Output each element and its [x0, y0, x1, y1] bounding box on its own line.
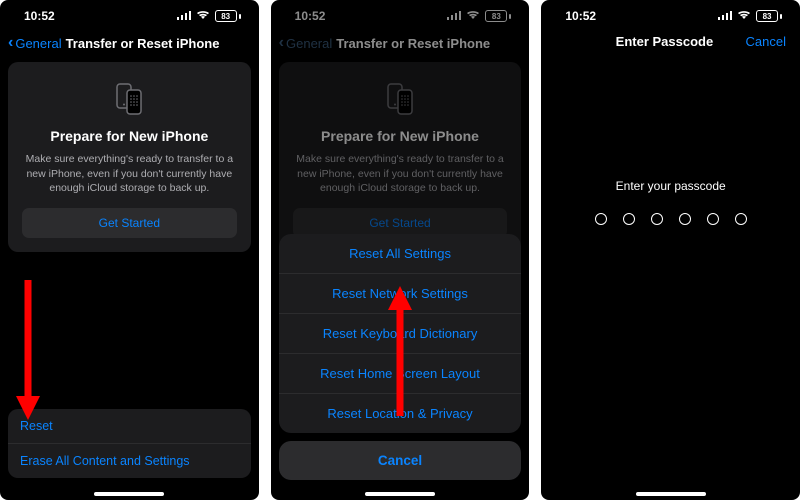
back-button[interactable]: ‹ General	[8, 34, 62, 52]
page-title: Transfer or Reset iPhone	[66, 36, 220, 51]
bottom-options: Reset Erase All Content and Settings	[8, 409, 251, 478]
back-button[interactable]: ‹ General	[279, 34, 333, 52]
page-title: Transfer or Reset iPhone	[336, 36, 490, 51]
status-right: 83	[177, 9, 241, 23]
card-body: Make sure everything's ready to transfer…	[293, 152, 508, 196]
reset-home-screen-layout-button[interactable]: Reset Home Screen Layout	[279, 353, 522, 393]
status-time: 10:52	[295, 9, 326, 23]
card-title: Prepare for New iPhone	[22, 128, 237, 144]
home-indicator[interactable]	[94, 492, 164, 496]
back-label: General	[286, 36, 332, 51]
passcode-dot	[651, 213, 663, 225]
reset-action-sheet: Reset All Settings Reset Network Setting…	[279, 234, 522, 480]
action-sheet-cancel-button[interactable]: Cancel	[279, 441, 522, 480]
home-indicator[interactable]	[365, 492, 435, 496]
back-label: General	[15, 36, 61, 51]
passcode-dot	[595, 213, 607, 225]
battery-icon: 83	[756, 10, 782, 22]
status-time: 10:52	[24, 9, 55, 23]
passcode-dot	[679, 213, 691, 225]
screen-3: 10:52 83 Enter Passcode Cancel Enter you…	[541, 0, 800, 500]
passcode-dot	[707, 213, 719, 225]
screen-1: 10:52 83 ‹ General Transfer or Reset iPh…	[0, 0, 259, 500]
passcode-dots[interactable]	[541, 213, 800, 225]
chevron-left-icon: ‹	[8, 34, 13, 52]
two-phones-icon	[22, 78, 237, 118]
battery-icon: 83	[215, 10, 241, 22]
reset-all-settings-button[interactable]: Reset All Settings	[279, 234, 522, 273]
passcode-prompt: Enter your passcode	[541, 179, 800, 193]
home-indicator[interactable]	[636, 492, 706, 496]
status-right: 83	[447, 9, 511, 23]
reset-location-privacy-button[interactable]: Reset Location & Privacy	[279, 393, 522, 433]
battery-icon: 83	[485, 10, 511, 22]
status-bar: 10:52 83	[541, 0, 800, 26]
passcode-area: Enter your passcode	[541, 179, 800, 225]
get-started-button[interactable]: Get Started	[22, 208, 237, 238]
status-right: 83	[718, 9, 782, 23]
prepare-card: Prepare for New iPhone Make sure everyth…	[279, 62, 522, 252]
card-title: Prepare for New iPhone	[293, 128, 508, 144]
card-body: Make sure everything's ready to transfer…	[22, 152, 237, 196]
erase-all-button[interactable]: Erase All Content and Settings	[8, 443, 251, 478]
nav-bar: ‹ General Transfer or Reset iPhone	[271, 26, 530, 62]
battery-percentage: 83	[485, 10, 507, 22]
prepare-card: Prepare for New iPhone Make sure everyth…	[8, 62, 251, 252]
reset-button[interactable]: Reset	[8, 409, 251, 443]
reset-keyboard-dictionary-button[interactable]: Reset Keyboard Dictionary	[279, 313, 522, 353]
signal-icon	[718, 9, 732, 23]
status-bar: 10:52 83	[0, 0, 259, 26]
reset-network-settings-button[interactable]: Reset Network Settings	[279, 273, 522, 313]
status-time: 10:52	[565, 9, 596, 23]
wifi-icon	[737, 9, 751, 23]
battery-percentage: 83	[215, 10, 237, 22]
annotation-arrow-down	[14, 280, 42, 420]
cancel-button[interactable]: Cancel	[746, 34, 792, 49]
signal-icon	[447, 9, 461, 23]
screen-2: 10:52 83 ‹ General Transfer or Reset iPh…	[271, 0, 530, 500]
two-phones-icon	[293, 78, 508, 118]
passcode-dot	[623, 213, 635, 225]
wifi-icon	[196, 9, 210, 23]
action-sheet-group: Reset All Settings Reset Network Setting…	[279, 234, 522, 433]
nav-bar: Enter Passcode Cancel	[541, 26, 800, 59]
wifi-icon	[466, 9, 480, 23]
nav-bar: ‹ General Transfer or Reset iPhone	[0, 26, 259, 62]
battery-percentage: 83	[756, 10, 778, 22]
passcode-dot	[735, 213, 747, 225]
chevron-left-icon: ‹	[279, 34, 284, 52]
page-title: Enter Passcode	[587, 34, 741, 49]
status-bar: 10:52 83	[271, 0, 530, 26]
signal-icon	[177, 9, 191, 23]
